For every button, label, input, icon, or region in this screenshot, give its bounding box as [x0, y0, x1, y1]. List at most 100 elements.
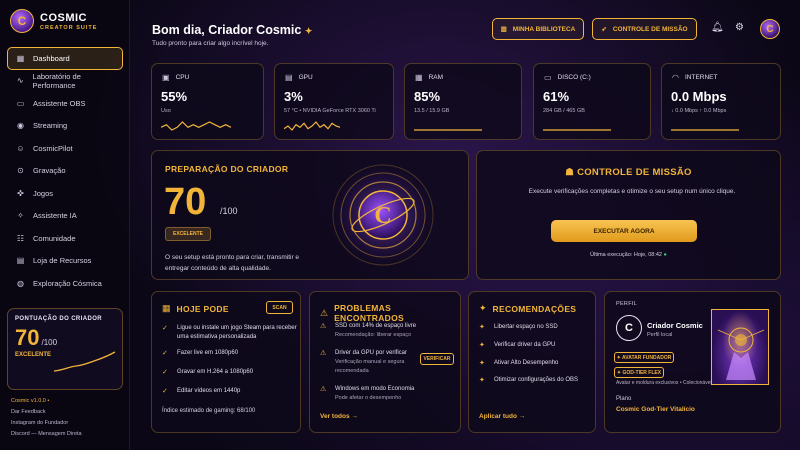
- grid-icon: ▦: [162, 303, 171, 313]
- sidebar-item-recording[interactable]: ⊙ Gravação: [7, 160, 123, 183]
- instagram-link[interactable]: Instagram do Fundador: [11, 418, 82, 429]
- mission-control-button[interactable]: ➶ CONTROLE DE MISSÃO: [592, 18, 697, 40]
- creator-preparation-card: PREPARAÇÃO DO CRIADOR 70 /100 EXCELENTE …: [151, 150, 469, 280]
- sidebar-item-performance-lab[interactable]: ∿ Laboratório de Performance: [7, 70, 123, 93]
- ram-sparkline: [414, 129, 482, 131]
- disk-sparkline: [543, 129, 611, 131]
- warning-icon: ⚠: [320, 323, 327, 330]
- sidebar-item-ai-assistant[interactable]: ✧ Assistente IA: [7, 205, 123, 228]
- profile-name: Criador Cosmic: [647, 321, 703, 330]
- profile-caption: Avatar e moldura exclusivos • Colecionáv…: [616, 380, 712, 386]
- sparkle-icon: ✦: [479, 303, 487, 313]
- check-circle-icon: ✓: [162, 350, 168, 357]
- recommendation-text: Otimizar configurações do OBS: [494, 377, 579, 383]
- scan-button[interactable]: SCAN: [266, 301, 293, 314]
- planet-icon: ◍: [17, 278, 24, 288]
- problem-title: Windows em modo Economia: [335, 386, 415, 392]
- today-item-text: Editar vídeos em 1440p: [177, 388, 241, 394]
- recommendation-text: Ativar Alto Desempenho: [494, 360, 559, 366]
- apply-all-link[interactable]: Aplicar tudo →: [479, 413, 525, 420]
- sidebar-item-streaming[interactable]: ◉ Streaming: [7, 115, 123, 138]
- recommendation-item[interactable]: ✦ Verificar driver da GPU: [479, 341, 555, 350]
- page-subtitle: Tudo pronto para criar algo incrível hoj…: [152, 40, 269, 47]
- verify-button[interactable]: VERIFICAR: [420, 353, 454, 365]
- profile-location: Perfil local: [647, 332, 673, 338]
- today-title: HOJE PODE: [176, 303, 229, 314]
- recommendation-item[interactable]: ✦ Ativar Alto Desempenho: [479, 359, 558, 368]
- disk-stat-card[interactable]: ▭ DISCO (C:) 61% 284 GB / 465 GB: [533, 63, 651, 140]
- profile-card: PERFIL C Criador Cosmic Perfil local ✦ A…: [604, 291, 781, 433]
- warning-icon: ⚠: [320, 350, 327, 357]
- brand[interactable]: C COSMIC CREATOR SUITE: [10, 9, 97, 33]
- internet-stat-card[interactable]: ◠ INTERNET 0.0 Mbps ↓ 0.0 Mbps ↑ 0.0 Mbps: [661, 63, 781, 140]
- library-button[interactable]: ▥ MINHA BIBLIOTECA: [492, 18, 584, 40]
- library-button-label: MINHA BIBLIOTECA: [512, 25, 576, 33]
- collectible-art-image[interactable]: [711, 309, 769, 385]
- sidebar-item-cosmic-exploration[interactable]: ◍ Exploração Cósmica: [7, 272, 123, 295]
- recommendation-item[interactable]: ✦ Otimizar configurações do OBS: [479, 376, 578, 385]
- stat-sub: 13.5 / 15.9 GB: [414, 108, 450, 114]
- list-item: ✓ Gravar em H.264 a 1080p60: [162, 368, 253, 377]
- creator-score-card[interactable]: PONTUAÇÃO DO CRIADOR 70/100 EXCELENTE: [7, 308, 123, 390]
- bell-icon[interactable]: 🔔︎: [711, 22, 724, 33]
- gaming-index: Índice estimado de gaming: 68/100: [162, 408, 256, 414]
- ram-stat-card[interactable]: ▦ RAM 85% 13.5 / 15.9 GB: [404, 63, 522, 140]
- sidebar-item-label: Assistente OBS: [33, 98, 86, 108]
- gpu-sparkline: [284, 121, 340, 131]
- gear-icon[interactable]: ⚙: [735, 22, 744, 33]
- stat-label: RAM: [428, 74, 444, 81]
- avatar[interactable]: C: [760, 19, 780, 39]
- creator-score-value: 70: [15, 325, 40, 350]
- cpu-stat-card[interactable]: ▣ CPU 55% Uso: [151, 63, 264, 140]
- sidebar-item-dashboard[interactable]: ▦ Dashboard: [7, 47, 123, 70]
- users-icon: ☷: [16, 233, 25, 243]
- sparkle-icon: ✦: [479, 324, 485, 331]
- mission-title-text: CONTROLE DE MISSÃO: [577, 167, 692, 178]
- sparkle-icon: ✦: [479, 342, 485, 349]
- feedback-link[interactable]: Dar Feedback: [11, 407, 82, 418]
- today-item-text: Ligue ou instale um jogo Steam para rece…: [177, 325, 297, 340]
- sidebar-item-community[interactable]: ☷ Comunidade: [7, 227, 123, 250]
- stat-value: 55%: [161, 89, 188, 104]
- sparkle-icon: ✧: [17, 211, 24, 221]
- status-dot-icon: ●: [663, 252, 667, 258]
- execute-now-button[interactable]: EXECUTAR AGORA: [551, 220, 697, 242]
- stat-label: DISCO (C:): [557, 74, 591, 81]
- check-circle-icon: ✓: [162, 325, 168, 332]
- preparation-score-max: /100: [220, 206, 238, 216]
- recommendation-item[interactable]: ✦ Libertar espaço no SSD: [479, 323, 558, 332]
- brand-subtitle: CREATOR SUITE: [40, 24, 98, 31]
- sidebar-item-obs-assistant[interactable]: ▭ Assistente OBS: [7, 92, 123, 115]
- store-icon: ▤: [16, 256, 25, 266]
- mission-description: Execute verificações completas e otimize…: [528, 188, 736, 195]
- sidebar-item-cosmicpilot[interactable]: ☺ CosmicPilot: [7, 137, 123, 160]
- see-all-link[interactable]: Ver todos →: [320, 413, 358, 420]
- sidebar-item-games[interactable]: ✜ Jogos: [7, 182, 123, 205]
- internet-sparkline: [671, 129, 739, 131]
- cpu-icon: ▣: [162, 73, 170, 82]
- sidebar-item-label: Dashboard: [33, 53, 70, 63]
- stat-label: CPU: [175, 74, 190, 81]
- discord-link[interactable]: Discord — Mensagem Direta: [11, 429, 82, 440]
- list-item: ✓ Fazer live em 1080p60: [162, 349, 238, 358]
- creator-score-trend-icon: [54, 351, 116, 372]
- gpu-stat-card[interactable]: ▤ GPU 3% 57 °C • NVIDIA GeForce RTX 3060 …: [274, 63, 394, 140]
- cosmic-logo-icon: C: [10, 9, 34, 33]
- recommendations-title: RECOMENDAÇÕES: [492, 303, 577, 314]
- sidebar-nav: ▦ Dashboard ∿ Laboratório de Performance…: [7, 47, 123, 295]
- check-circle-icon: ✓: [162, 388, 168, 395]
- monitor-icon: ▭: [16, 98, 25, 108]
- sidebar-item-store[interactable]: ▤ Loja de Recursos: [7, 250, 123, 273]
- copilot-icon: ☺: [16, 143, 25, 153]
- cosmic-emblem-icon: C: [328, 160, 438, 270]
- warning-icon: ⚠: [320, 307, 329, 318]
- avatar[interactable]: C: [616, 315, 642, 341]
- sidebar-item-label: Jogos: [33, 188, 54, 198]
- page-title: Bom dia, Criador Cosmic ✦: [152, 23, 312, 37]
- problem-item: ⚠ Driver da GPU por verificar Verificação…: [320, 349, 420, 376]
- library-icon: ▥: [500, 26, 507, 33]
- stat-sub: 284 GB / 465 GB: [543, 108, 585, 114]
- sidebar-item-label: Streaming: [33, 121, 68, 131]
- brand-name: COSMIC: [40, 11, 87, 24]
- sparkle-icon: ✦: [479, 377, 485, 384]
